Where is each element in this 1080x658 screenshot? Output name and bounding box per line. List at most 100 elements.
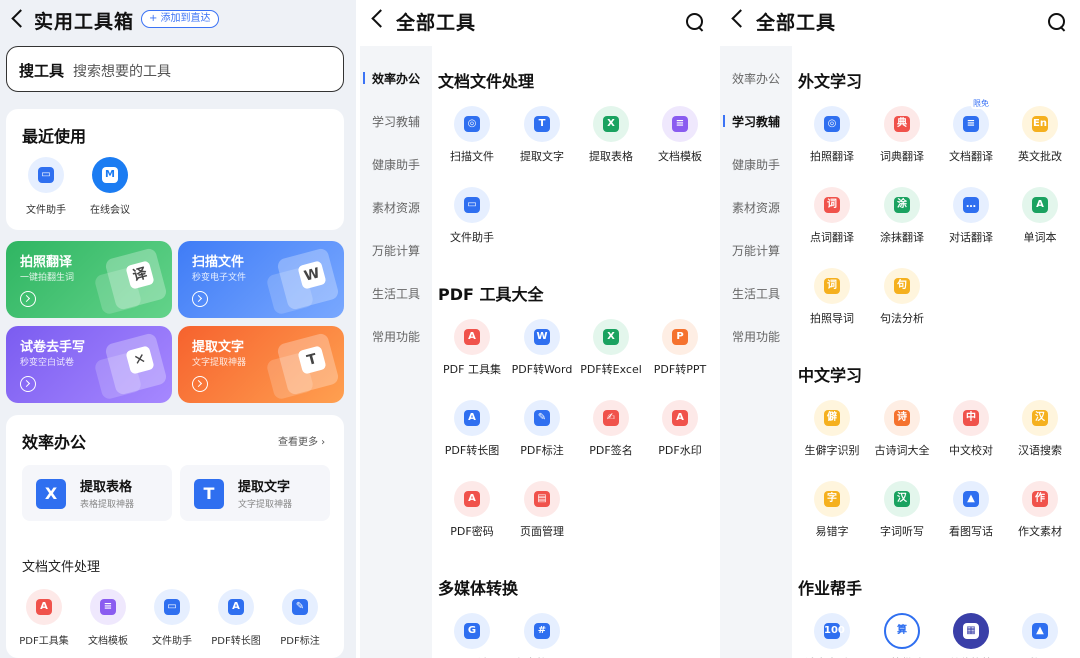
sidebar-item[interactable]: 素材资源 bbox=[720, 199, 792, 216]
search-input[interactable]: 搜工具 搜索想要的工具 bbox=[6, 46, 344, 92]
tool-item[interactable]: 词拍照导词 bbox=[794, 268, 870, 338]
tool-item[interactable]: 算口算批改 bbox=[864, 613, 940, 658]
arrow-right-icon[interactable] bbox=[20, 376, 36, 392]
tool-item[interactable]: GGIF 分解 bbox=[434, 613, 510, 658]
tool-item[interactable]: 词点词翻译 bbox=[794, 187, 870, 257]
promo-card[interactable]: W 扫描文件 秒变电子文件 bbox=[178, 241, 344, 318]
add-to-shortcut-button[interactable]: + 添加到直达 bbox=[141, 10, 219, 28]
meeting-icon[interactable]: M bbox=[92, 157, 128, 193]
tool-item[interactable]: ▤ 页面管理 bbox=[504, 481, 580, 551]
tool-item[interactable]: A 单词本 bbox=[1002, 187, 1078, 257]
tool-item[interactable]: 涂涂抹翻译 bbox=[864, 187, 940, 257]
tool-glyph: ▭ bbox=[464, 197, 480, 213]
sidebar-item[interactable]: 效率办公 bbox=[360, 70, 432, 87]
sidebar-item[interactable]: 万能计算 bbox=[360, 242, 432, 259]
tool-item[interactable]: 句句法分析 bbox=[864, 268, 940, 338]
tool-item[interactable]: P PDF转PPT bbox=[642, 319, 716, 389]
back-arrow-icon[interactable] bbox=[10, 9, 24, 29]
tool-item[interactable]: 中中文校对 bbox=[933, 400, 1009, 470]
tool-item[interactable]: 诗古诗词大全 bbox=[864, 400, 940, 470]
view-more-link[interactable]: 查看更多 › bbox=[278, 433, 325, 448]
tool-item[interactable]: ▦单位换算 bbox=[933, 613, 1009, 658]
tool-item[interactable]: ✍ PDF签名 bbox=[573, 400, 649, 470]
tool-item[interactable]: 作作文素材 bbox=[1002, 481, 1078, 551]
sidebar-item[interactable]: 万能计算 bbox=[720, 242, 792, 259]
search-icon[interactable] bbox=[686, 13, 704, 31]
tool-item[interactable]: A PDF密码 bbox=[434, 481, 510, 551]
promo-subtitle: 秒变空白试卷 bbox=[20, 358, 75, 368]
tool-item[interactable]: W PDF转Word bbox=[504, 319, 580, 389]
promo-card[interactable]: T 提取文字 文字提取神器 bbox=[178, 326, 344, 403]
sidebar-item[interactable]: 学习教辅 bbox=[720, 113, 792, 130]
tool-item[interactable]: ✎ PDF标注 bbox=[504, 400, 580, 470]
tool-item[interactable]: ▲函数画图 bbox=[1002, 613, 1078, 658]
sidebar-item[interactable]: 健康助手 bbox=[360, 156, 432, 173]
tool-glyph: W bbox=[534, 329, 550, 345]
tool-item[interactable]: ◎ 拍照翻译 bbox=[794, 106, 870, 176]
tool-glyph: # bbox=[534, 623, 550, 639]
tool-item[interactable]: ≡ 文档模板 bbox=[642, 106, 716, 176]
sidebar-item[interactable]: 常用功能 bbox=[720, 328, 792, 345]
tool-item[interactable]: ◎ 扫描文件 bbox=[434, 106, 510, 176]
tool-item[interactable]: X PDF转Excel bbox=[573, 319, 649, 389]
tool-glyph: 作 bbox=[1032, 491, 1048, 507]
promo-card[interactable]: 译拍照翻译 一键拍翻生词 bbox=[6, 241, 172, 318]
tool-icon: ✎ bbox=[524, 400, 560, 436]
sidebar-item[interactable]: 健康助手 bbox=[720, 156, 792, 173]
tool-item[interactable]: ≡ 限免 文档翻译 bbox=[933, 98, 1009, 176]
tool-item[interactable]: A PDF 工具集 bbox=[434, 319, 510, 389]
toolbox-panel: 实用工具箱 + 添加到直达 搜工具 搜索想要的工具 最近使用 ▭ 文件助手 M 在线会… bbox=[0, 0, 356, 658]
sidebar-item[interactable]: 效率办公 bbox=[720, 70, 792, 87]
sidebar-item[interactable]: 素材资源 bbox=[360, 199, 432, 216]
tool-item[interactable]: 汉汉语搜索 bbox=[1002, 400, 1078, 470]
promo-title: 扫描文件 bbox=[192, 255, 245, 270]
back-arrow-icon[interactable] bbox=[370, 9, 384, 29]
arrow-right-icon[interactable] bbox=[192, 291, 208, 307]
tool-item[interactable]: #九宫格切图 bbox=[504, 613, 580, 658]
tool-item[interactable]: ▭ 文件助手 bbox=[434, 187, 510, 257]
tool-item[interactable]: T 提取文字 bbox=[504, 106, 580, 176]
tool-item[interactable]: 汉字词听写 bbox=[864, 481, 940, 551]
tool-icon: ▦ bbox=[953, 613, 989, 649]
tool-icon: ≡ bbox=[953, 106, 989, 142]
tool-item[interactable]: 僻生僻字识别 bbox=[794, 400, 870, 470]
page-title: 全部工具 bbox=[756, 12, 837, 34]
tool-item[interactable]: 字易错字 bbox=[794, 481, 870, 551]
recent-item-label: 文件助手 bbox=[26, 205, 66, 216]
search-icon[interactable] bbox=[1048, 13, 1066, 31]
tool-icon[interactable]: ✎ bbox=[282, 589, 318, 625]
tool-glyph: ▦ bbox=[963, 623, 979, 639]
tool-item[interactable]: 100试卷去手写 bbox=[794, 613, 870, 658]
feature-card[interactable]: X 提取表格 表格提取神器 bbox=[22, 465, 172, 521]
sidebar-item[interactable]: 常用功能 bbox=[360, 328, 432, 345]
tool-icon: 字 bbox=[814, 481, 850, 517]
tool-item[interactable]: X 提取表格 bbox=[573, 106, 649, 176]
sidebar-item[interactable]: 学习教辅 bbox=[360, 113, 432, 130]
efficiency-card: 效率办公 查看更多 › X 提取表格 表格提取神器 T 提取文字 文字提取神器 文档文件处… bbox=[6, 415, 344, 658]
sidebar-item[interactable]: 生活工具 bbox=[360, 285, 432, 302]
tool-icon[interactable]: A bbox=[218, 589, 254, 625]
tool-icon: En bbox=[1022, 106, 1058, 142]
tool-item[interactable]: A PDF水印 bbox=[642, 400, 716, 470]
back-arrow-icon[interactable] bbox=[730, 9, 744, 29]
tool-icon[interactable]: ≡ bbox=[90, 589, 126, 625]
tool-glyph: A bbox=[464, 491, 480, 507]
tool-item[interactable]: 典词典翻译 bbox=[864, 106, 940, 176]
tool-glyph: ✍ bbox=[603, 410, 619, 426]
folder-icon[interactable]: ▭ bbox=[28, 157, 64, 193]
feature-card[interactable]: T 提取文字 文字提取神器 bbox=[180, 465, 330, 521]
sidebar-item[interactable]: 生活工具 bbox=[720, 285, 792, 302]
arrow-right-icon[interactable] bbox=[20, 291, 36, 307]
category-title: 中文学习 bbox=[798, 366, 863, 385]
tool-item[interactable]: En 英文批改 bbox=[1002, 106, 1078, 176]
promo-subtitle: 秒变电子文件 bbox=[192, 273, 247, 283]
tool-item[interactable]: A PDF转长图 bbox=[434, 400, 510, 470]
tool-item[interactable]: … 对话翻译 bbox=[933, 187, 1009, 257]
tool-item[interactable]: ▲ 看图写话 bbox=[933, 481, 1009, 551]
tool-icon: 涂 bbox=[884, 187, 920, 223]
tool-icon[interactable]: ▭ bbox=[154, 589, 190, 625]
promo-card[interactable]: ✕ 试卷去手写 秒变空白试卷 bbox=[6, 326, 172, 403]
tool-icon[interactable]: A bbox=[26, 589, 62, 625]
arrow-right-icon[interactable] bbox=[192, 376, 208, 392]
tool-icon: … bbox=[953, 187, 989, 223]
